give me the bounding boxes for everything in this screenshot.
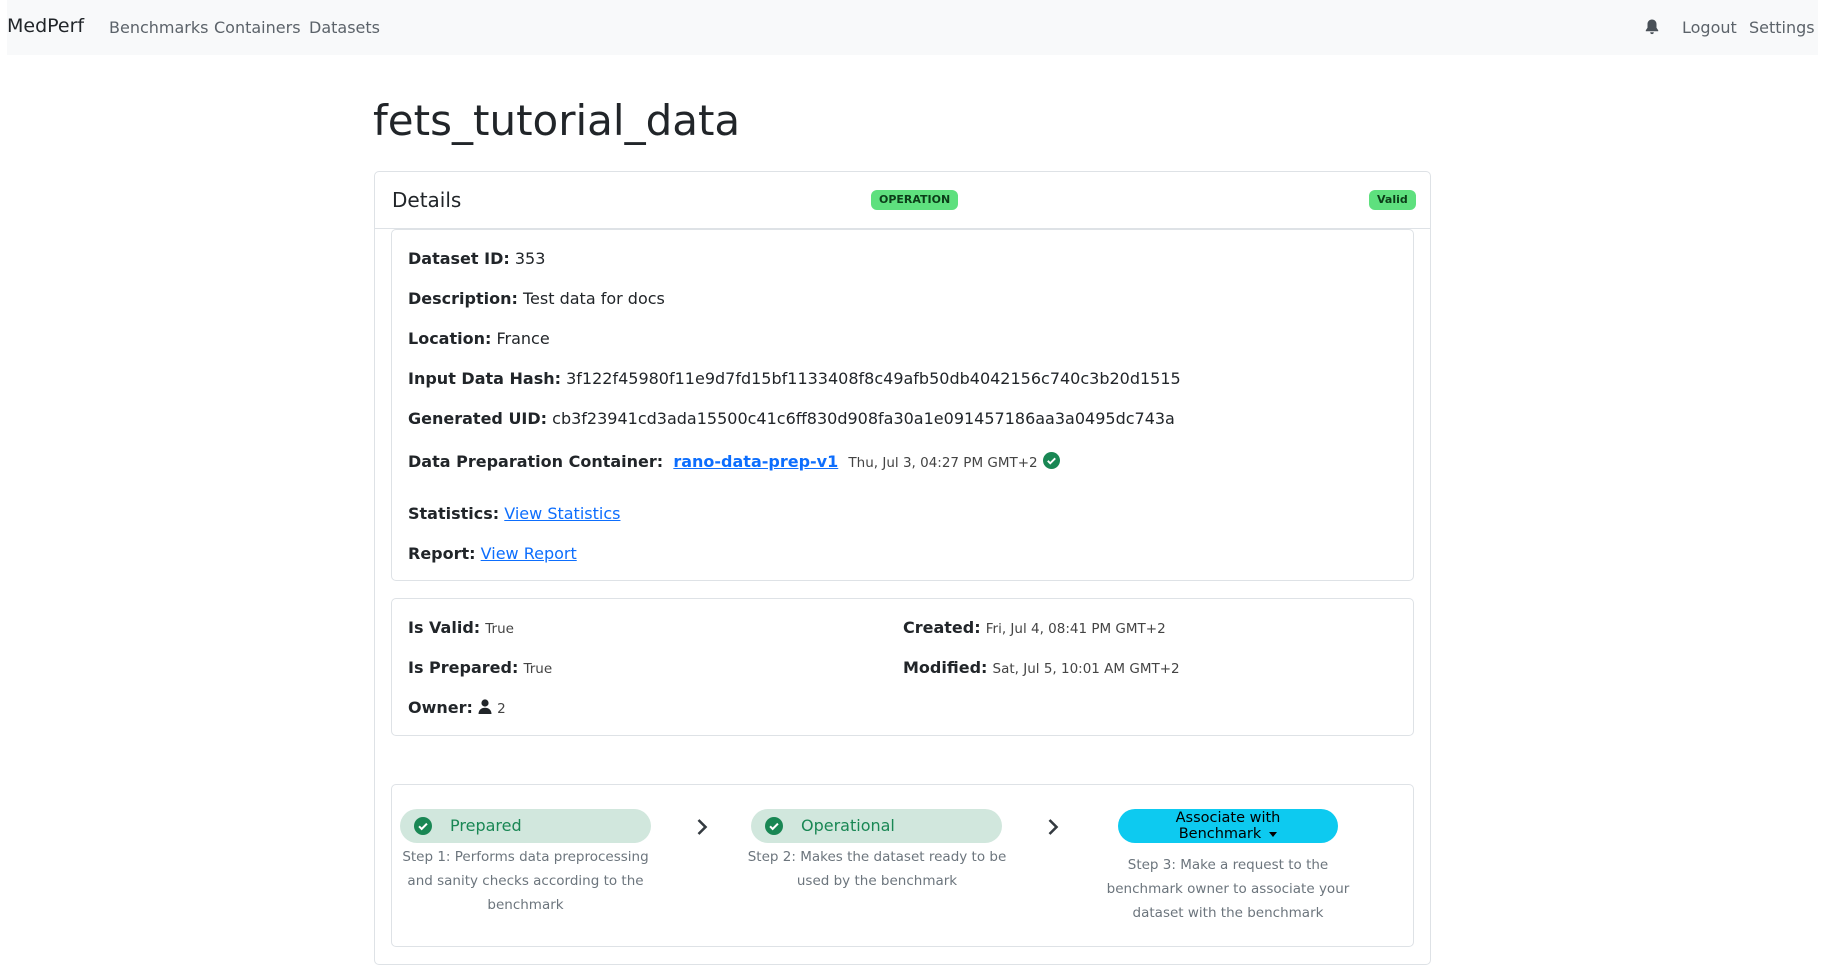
chevron-right-icon	[1047, 818, 1059, 840]
generated-uid-value: cb3f23941cd3ada15500c41c6ff830d908fa30a1…	[552, 409, 1175, 428]
step-prepared-label: Prepared	[450, 816, 522, 835]
details-title: Details	[392, 188, 462, 212]
nav-link-containers[interactable]: Containers	[214, 18, 301, 37]
step1-desc-line: benchmark	[487, 897, 564, 913]
prep-container-link[interactable]: rano-data-prep-v1	[673, 452, 838, 471]
nav-link-datasets[interactable]: Datasets	[309, 18, 380, 37]
step2-description: Step 2: Makes the dataset ready to be us…	[747, 845, 1007, 893]
dataset-meta-panel: Is Valid: True Is Prepared: True Owner: …	[391, 598, 1414, 736]
owner-label: Owner:	[408, 698, 473, 717]
is-valid-value: True	[485, 621, 514, 637]
stage-badge: OPERATION	[871, 190, 959, 210]
step-operational-pill: Operational	[751, 809, 1002, 843]
input-hash-label: Input Data Hash:	[408, 369, 561, 388]
statistics-label: Statistics:	[408, 504, 500, 523]
step-operational-label: Operational	[801, 816, 895, 835]
dataset-info-panel: Dataset ID: 353 Description: Test data f…	[391, 229, 1414, 581]
chevron-right-icon	[696, 818, 708, 840]
status-badge: Valid	[1369, 190, 1416, 210]
steps-panel: Prepared Step 1: Performs data preproces…	[391, 784, 1414, 947]
is-valid-label: Is Valid:	[408, 618, 481, 637]
nav-link-benchmarks[interactable]: Benchmarks	[109, 18, 208, 37]
created-value: Fri, Jul 4, 08:41 PM GMT+2	[985, 621, 1166, 637]
created-label: Created:	[903, 618, 981, 637]
description-value: Test data for docs	[522, 289, 665, 308]
owner-row: Owner: 2	[408, 698, 506, 718]
caret-down-icon	[1269, 831, 1278, 837]
created-row: Created: Fri, Jul 4, 08:41 PM GMT+2	[903, 618, 1166, 637]
check-circle-icon	[414, 817, 432, 839]
view-statistics-link[interactable]: View Statistics	[504, 504, 620, 523]
location-row: Location: France	[408, 329, 550, 348]
dataset-id-label: Dataset ID:	[408, 249, 510, 268]
details-card: Details OPERATION Valid Dataset ID: 353 …	[374, 171, 1431, 965]
settings-link[interactable]: Settings	[1749, 18, 1815, 37]
is-prepared-label: Is Prepared:	[408, 658, 519, 677]
check-circle-icon	[765, 817, 783, 839]
step3-description: Step 3: Make a request to the benchmark …	[1088, 853, 1368, 925]
generated-uid-label: Generated UID:	[408, 409, 548, 428]
page-title: fets_tutorial_data	[373, 96, 741, 145]
step-prepared-pill: Prepared	[400, 809, 651, 843]
step1-description: Step 1: Performs data preprocessing and …	[400, 845, 651, 917]
dataset-id-row: Dataset ID: 353	[408, 249, 545, 268]
brand-link[interactable]: MedPerf	[7, 15, 84, 37]
top-navbar: MedPerf Benchmarks Containers Datasets L…	[7, 0, 1818, 55]
dataset-id-value: 353	[514, 249, 546, 268]
owner-value: 2	[497, 701, 506, 717]
input-hash-value: 3f122f45980f11e9d7fd15bf1133408f8c49afb5…	[566, 369, 1181, 388]
view-report-link[interactable]: View Report	[481, 544, 577, 563]
check-circle-icon	[1042, 452, 1060, 473]
step3-desc-line: Step 3: Make a request to the	[1127, 857, 1329, 873]
step1-desc-line: and sanity checks according to the	[407, 873, 644, 889]
is-prepared-value: True	[523, 661, 553, 677]
report-row: Report: View Report	[408, 544, 577, 563]
modified-label: Modified:	[903, 658, 988, 677]
is-prepared-row: Is Prepared: True	[408, 658, 552, 677]
logout-link[interactable]: Logout	[1682, 18, 1737, 37]
input-hash-row: Input Data Hash: 3f122f45980f11e9d7fd15b…	[408, 369, 1181, 388]
step2-desc-line: Step 2: Makes the dataset ready to be	[747, 849, 1007, 865]
modified-value: Sat, Jul 5, 10:01 AM GMT+2	[992, 661, 1180, 677]
associate-benchmark-label: Associate with Benchmark	[1175, 810, 1281, 842]
generated-uid-row: Generated UID: cb3f23941cd3ada15500c41c6…	[408, 409, 1175, 428]
prep-container-date: Thu, Jul 3, 04:27 PM GMT+2	[848, 455, 1038, 471]
bell-icon[interactable]	[1644, 18, 1662, 36]
prep-container-row: Data Preparation Container: rano-data-pr…	[408, 452, 1060, 473]
modified-row: Modified: Sat, Jul 5, 10:01 AM GMT+2	[903, 658, 1180, 677]
report-label: Report:	[408, 544, 476, 563]
location-value: France	[496, 329, 550, 348]
description-row: Description: Test data for docs	[408, 289, 665, 308]
prep-container-label: Data Preparation Container:	[408, 452, 664, 471]
is-valid-row: Is Valid: True	[408, 618, 514, 637]
associate-benchmark-button[interactable]: Associate with Benchmark	[1118, 809, 1338, 843]
step3-desc-line: benchmark owner to associate your	[1106, 881, 1350, 897]
statistics-row: Statistics: View Statistics	[408, 504, 620, 523]
location-label: Location:	[408, 329, 492, 348]
step3-desc-line: dataset with the benchmark	[1132, 905, 1324, 921]
user-icon	[478, 699, 492, 718]
step1-desc-line: Step 1: Performs data preprocessing	[402, 849, 649, 865]
description-label: Description:	[408, 289, 518, 308]
step2-desc-line: used by the benchmark	[796, 873, 958, 889]
